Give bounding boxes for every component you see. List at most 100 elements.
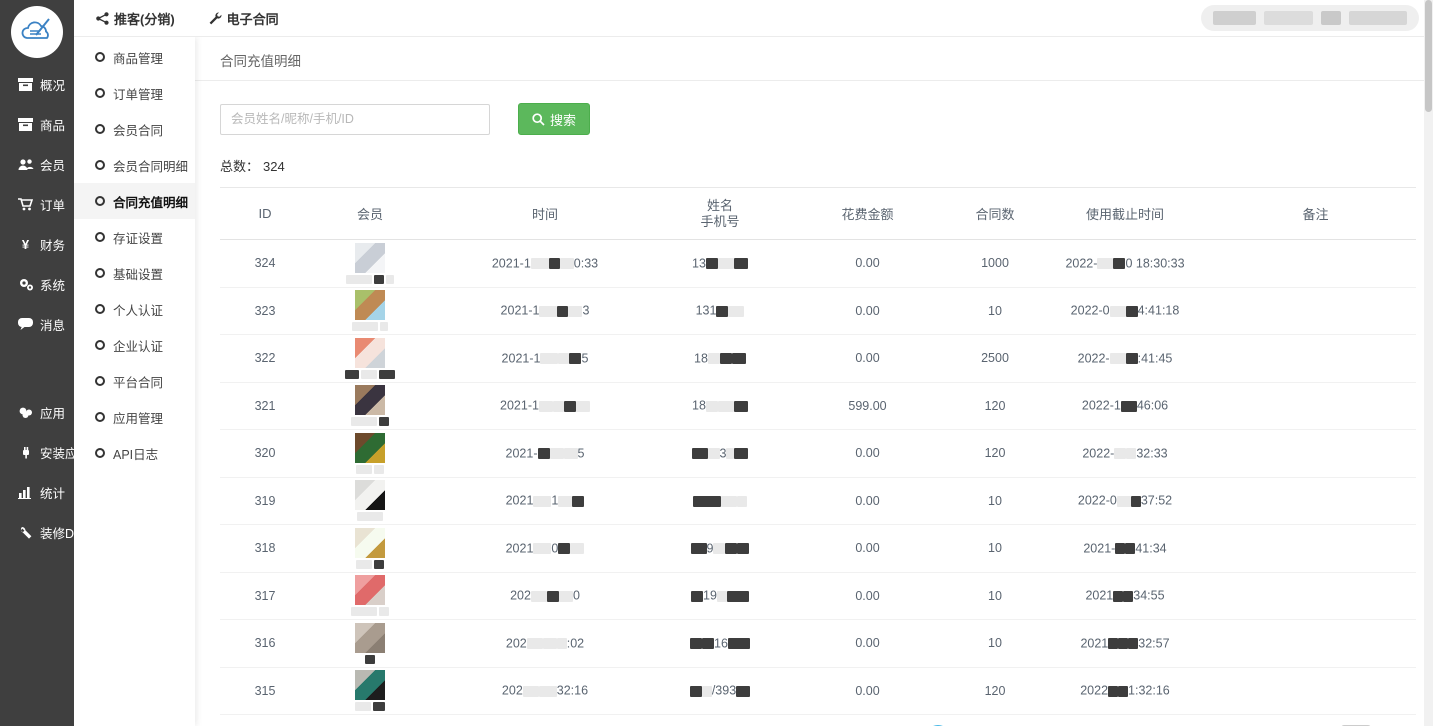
sidebar-item-goods[interactable]: 商品 [0, 104, 74, 144]
member-avatar[interactable] [355, 575, 385, 605]
member-avatar[interactable] [355, 338, 385, 368]
redacted-block [1110, 353, 1126, 364]
cell-amount: 0.00 [780, 446, 955, 460]
scrollbar-thumb[interactable] [1425, 0, 1432, 112]
submenu-item-personal-auth[interactable]: 个人认证 [74, 291, 195, 327]
member-avatar[interactable] [355, 528, 385, 558]
circle-icon [95, 160, 105, 170]
cell-deadline: 2022-0 18:30:33 [1035, 256, 1215, 271]
submenu-item-member-contract[interactable]: 会员合同 [74, 111, 195, 147]
redacted-block [691, 591, 703, 602]
vertical-scrollbar[interactable] [1424, 0, 1433, 726]
cell-deadline: 202134:55 [1035, 588, 1215, 603]
submenu-item-basic-settings[interactable]: 基础设置 [74, 255, 195, 291]
submenu-item-evidence-settings[interactable]: 存证设置 [74, 219, 195, 255]
redacted-block [547, 591, 559, 602]
deadline-suffix: 34:55 [1133, 589, 1164, 603]
cell-time: 2021-10:33 [430, 256, 660, 271]
member-avatar[interactable] [355, 670, 385, 700]
redacted-block [374, 560, 384, 569]
member-avatar[interactable] [355, 480, 385, 510]
redacted-block [351, 607, 377, 616]
time-prefix: 2021-1 [492, 257, 531, 271]
member-avatar[interactable] [355, 290, 385, 320]
redacted-block [726, 448, 734, 459]
tab-label: 电子合同 [227, 9, 279, 28]
redacted-block [1213, 11, 1256, 25]
redacted-block [1349, 11, 1407, 25]
sidebar-item-label: 商品 [40, 115, 65, 134]
deadline-prefix: 2021 [1080, 637, 1108, 651]
table-row: 316 202:02 16 0.00 10 202132:57 [220, 620, 1416, 668]
submenu-item-platform-contract[interactable]: 平台合同 [74, 363, 195, 399]
redacted-block [559, 591, 573, 602]
search-input[interactable] [220, 104, 490, 135]
phone-suffix: 19 [703, 589, 717, 603]
redacted-block [736, 686, 750, 697]
redacted-block [708, 353, 720, 364]
redacted-block [356, 560, 372, 569]
time-suffix: 0 [551, 542, 558, 556]
redacted-block [558, 353, 569, 364]
redacted-block [357, 512, 383, 521]
sidebar-item-apps[interactable]: 应用 [0, 392, 74, 432]
redacted-block [1131, 496, 1141, 507]
sidebar-item-messages[interactable]: 消息 [0, 304, 74, 344]
cell-contracts: 120 [955, 684, 1035, 698]
member-avatar[interactable] [355, 623, 385, 653]
member-nickname-redacted [365, 655, 375, 664]
logo[interactable] [0, 0, 74, 64]
member-nickname-redacted [346, 275, 394, 284]
redacted-block [734, 448, 748, 459]
cell-contracts: 10 [955, 494, 1035, 508]
sidebar-item-label: 概况 [40, 75, 65, 94]
deadline-suffix: 0 18:30:33 [1125, 257, 1184, 271]
cell-phone: 16 [660, 636, 780, 651]
tab-e-contract[interactable]: 电子合同 [209, 9, 279, 28]
sidebar-item-members[interactable]: 会员 [0, 144, 74, 184]
redacted-block [351, 417, 377, 426]
sidebar-item-install-apps[interactable]: 安装应用 [0, 432, 74, 472]
deadline-suffix: 46:06 [1137, 399, 1168, 413]
submenu-item-app-manage[interactable]: 应用管理 [74, 399, 195, 435]
primary-sidebar: 概况 商品 会员 订单 ¥ 财务 系统 消息 应用 [0, 0, 74, 726]
sidebar-item-label: 财务 [40, 235, 65, 254]
sidebar-item-stats[interactable]: 统计 [0, 472, 74, 512]
member-avatar[interactable] [355, 243, 385, 273]
submenu-label: 会员合同明细 [113, 156, 188, 175]
sidebar-item-system[interactable]: 系统 [0, 264, 74, 304]
member-avatar[interactable] [355, 385, 385, 415]
submenu-item-enterprise-auth[interactable]: 企业认证 [74, 327, 195, 363]
redacted-block [1108, 686, 1118, 697]
submenu-item-contract-recharge-detail[interactable]: 合同充值明细 [74, 183, 195, 219]
member-avatar[interactable] [355, 433, 385, 463]
time-prefix: 2021- [506, 447, 538, 461]
cell-deadline: 20221:32:16 [1035, 683, 1215, 698]
sidebar-item-diy[interactable]: 装修DIY [0, 512, 74, 552]
tab-distribution[interactable]: 推客(分销) [96, 9, 175, 28]
sidebar-item-finance[interactable]: ¥ 财务 [0, 224, 74, 264]
total-label: 总数： [220, 159, 259, 174]
user-info-redacted[interactable] [1201, 5, 1419, 31]
redacted-block [692, 448, 708, 459]
sidebar-item-orders[interactable]: 订单 [0, 184, 74, 224]
cell-member [310, 433, 430, 474]
submenu-item-api-log[interactable]: API日志 [74, 435, 195, 471]
search-button[interactable]: 搜索 [518, 103, 590, 135]
cell-member [310, 623, 430, 664]
submenu-label: 合同充值明细 [113, 192, 188, 211]
submenu-label: 基础设置 [113, 264, 163, 283]
submenu-item-order-manage[interactable]: 订单管理 [74, 75, 195, 111]
sidebar-item-overview[interactable]: 概况 [0, 64, 74, 104]
circle-icon [95, 448, 105, 458]
cell-member [310, 338, 430, 379]
submenu-label: 平台合同 [113, 372, 163, 391]
redacted-block [725, 543, 737, 554]
cell-amount: 0.00 [780, 494, 955, 508]
submenu-item-goods-manage[interactable]: 商品管理 [74, 39, 195, 75]
redacted-block [355, 702, 371, 711]
redacted-block [576, 401, 590, 412]
phone-prefix: 18 [692, 399, 706, 413]
cell-deadline: 202132:57 [1035, 636, 1215, 651]
submenu-item-member-contract-detail[interactable]: 会员合同明细 [74, 147, 195, 183]
